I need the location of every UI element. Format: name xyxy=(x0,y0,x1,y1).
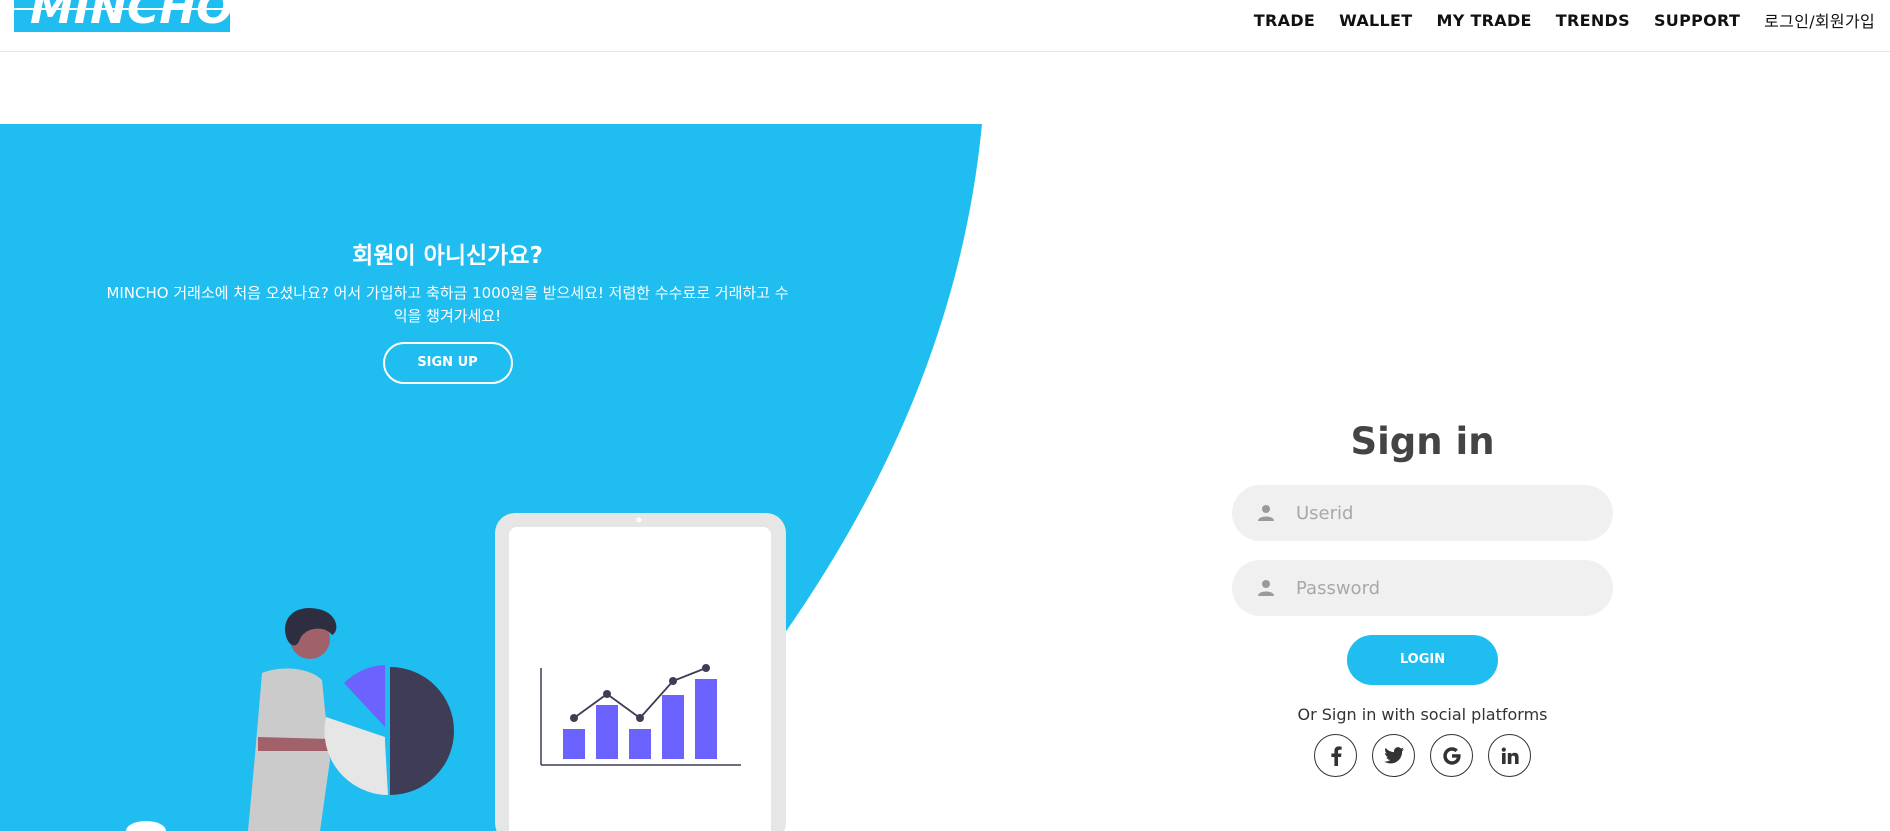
pie-chart-image xyxy=(324,665,454,795)
user-icon xyxy=(1254,501,1278,525)
twitter-icon[interactable] xyxy=(1372,734,1415,777)
userid-field[interactable] xyxy=(1232,485,1613,541)
social-buttons xyxy=(1232,734,1613,777)
facebook-icon[interactable] xyxy=(1314,734,1357,777)
nav-support[interactable]: SUPPORT xyxy=(1654,11,1740,30)
analytics-illustration xyxy=(126,513,786,831)
social-signin-text: Or Sign in with social platforms xyxy=(1297,705,1548,724)
signup-promo: 회원이 아니신가요? MINCHO 거래소에 처음 오셨나요? 어서 가입하고 … xyxy=(100,236,795,384)
promo-text: MINCHO 거래소에 처음 오셨나요? 어서 가입하고 축하금 1000원을 … xyxy=(106,284,789,325)
nav-trends[interactable]: TRENDS xyxy=(1556,11,1630,30)
linkedin-icon[interactable] xyxy=(1488,734,1531,777)
login-button[interactable]: LOGIN xyxy=(1347,635,1498,685)
top-navigation: MINCHO TRADE WALLET MY TRADE TRENDS SUPP… xyxy=(0,0,1890,52)
main-nav: TRADE WALLET MY TRADE TRENDS SUPPORT 로그인… xyxy=(1230,0,1875,40)
person-image xyxy=(248,607,337,831)
password-field[interactable] xyxy=(1232,560,1613,616)
nav-trade[interactable]: TRADE xyxy=(1254,11,1315,30)
nav-wallet[interactable]: WALLET xyxy=(1339,11,1412,30)
promo-title: 회원이 아니신가요? xyxy=(352,243,543,269)
google-icon[interactable] xyxy=(1430,734,1473,777)
nav-login-signup[interactable]: 로그인/회원가입 xyxy=(1764,8,1875,32)
userid-input[interactable] xyxy=(1294,501,1598,525)
mincho-logo[interactable]: MINCHO xyxy=(10,0,234,40)
logo-text: MINCHO xyxy=(30,0,230,34)
nav-my-trade[interactable]: MY TRADE xyxy=(1436,11,1531,30)
password-input[interactable] xyxy=(1294,576,1598,600)
tablet-image xyxy=(495,513,786,831)
signin-form: Sign in LOGIN Or Sign in with social pla… xyxy=(1232,420,1613,777)
user-icon xyxy=(1254,576,1278,600)
signin-title: Sign in xyxy=(1350,420,1495,463)
signup-button[interactable]: SIGN UP xyxy=(382,342,513,384)
